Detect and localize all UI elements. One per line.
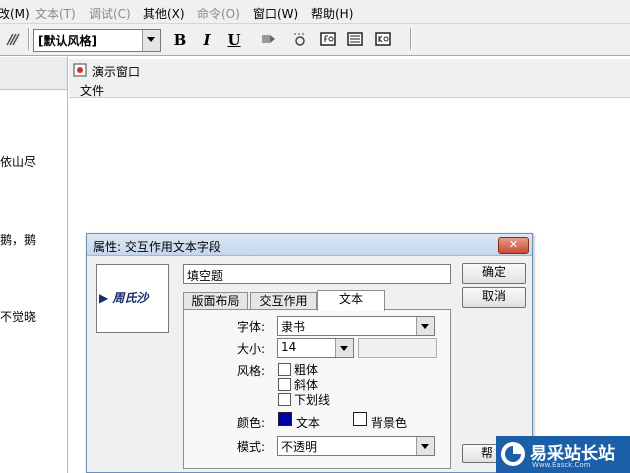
left-panel: 依山尽 鹅，鹅 不觉晓 xyxy=(0,57,68,473)
watermark: 易采站长站 Www.Easck.Com xyxy=(496,436,630,473)
knowledge-object-icon[interactable] xyxy=(375,32,391,46)
style-combo-value: [默认风格] xyxy=(38,34,97,48)
list-icon[interactable] xyxy=(347,32,363,46)
text-tool-icon[interactable] xyxy=(5,32,23,46)
demo-menu-file[interactable]: 文件 xyxy=(80,82,104,99)
underline-checkbox[interactable] xyxy=(278,393,291,406)
menu-command[interactable]: 命令(O) xyxy=(197,5,240,22)
tab-interaction[interactable]: 交互作用 xyxy=(250,292,317,310)
chevron-down-icon[interactable] xyxy=(416,437,434,455)
preview-text: ▶ 周氏沙 xyxy=(99,291,149,305)
color-label: 颜色: xyxy=(237,416,266,430)
dialog-titlebar[interactable]: 属性: 交互作用文本字段 ✕ xyxy=(87,234,532,256)
toolbar: [默认风格] B I U xyxy=(0,24,630,56)
demo-window-title: 演示窗口 xyxy=(92,65,141,79)
tab-layout[interactable]: 版面布局 xyxy=(183,292,248,310)
left-panel-line: 鹅，鹅 xyxy=(0,233,37,247)
menu-debug[interactable]: 调试(C) xyxy=(89,5,131,22)
wait-icon[interactable] xyxy=(261,32,277,46)
ok-button[interactable]: 确定 xyxy=(462,263,526,284)
left-panel-line: 依山尽 xyxy=(0,155,37,169)
font-select[interactable]: 隶书 xyxy=(277,316,435,336)
menu-other[interactable]: 其他(X) xyxy=(143,5,185,22)
underline-checkbox-label: 下划线 xyxy=(294,393,331,407)
bold-checkbox[interactable] xyxy=(278,363,291,376)
text-color-swatch[interactable] xyxy=(278,412,292,426)
text-color-label: 文本 xyxy=(296,416,321,430)
close-button[interactable]: ✕ xyxy=(498,237,529,254)
tab-text[interactable]: 文本 xyxy=(317,290,385,311)
style-label: 风格: xyxy=(237,364,266,378)
toolbar-separator xyxy=(28,28,30,50)
font-label: 字体: xyxy=(237,320,266,334)
mode-label: 模式: xyxy=(237,440,266,454)
background-color-swatch[interactable] xyxy=(353,412,367,426)
menu-modify[interactable]: 改(M) xyxy=(0,5,30,22)
chevron-down-icon[interactable] xyxy=(416,317,434,335)
menu-bar: 改(M) 文本(T) 调试(C) 其他(X) 命令(O) 窗口(W) 帮助(H) xyxy=(0,0,630,24)
size-select[interactable]: 14 xyxy=(277,338,354,358)
style-combo[interactable]: [默认风格] xyxy=(33,29,161,52)
brand-name-en: Www.Easck.Com xyxy=(532,461,591,469)
properties-dialog: 属性: 交互作用文本字段 ✕ ▶ 周氏沙 填空题 确定 取消 帮 版面布局 交互… xyxy=(86,233,533,473)
italic-checkbox[interactable] xyxy=(278,378,291,391)
menu-help[interactable]: 帮助(H) xyxy=(311,5,353,22)
italic-button[interactable]: I xyxy=(197,30,217,50)
chevron-down-icon[interactable] xyxy=(335,339,353,357)
erase-icon[interactable] xyxy=(292,32,308,46)
chevron-down-icon[interactable] xyxy=(142,30,160,51)
function-icon[interactable] xyxy=(320,32,336,46)
size-select-value: 14 xyxy=(281,340,297,354)
field-name-input[interactable]: 填空题 xyxy=(183,264,451,284)
bold-button[interactable]: B xyxy=(170,30,190,50)
demo-window-icon xyxy=(73,63,87,77)
mode-select[interactable]: 不透明 xyxy=(277,436,435,456)
background-color-label: 背景色 xyxy=(371,416,408,430)
preview-box: ▶ 周氏沙 xyxy=(96,264,169,333)
demo-window-titlebar: 演示窗口 xyxy=(69,59,630,81)
size-custom-field[interactable] xyxy=(358,338,437,358)
demo-window-menubar: 文件 xyxy=(69,81,630,98)
dialog-title: 属性: 交互作用文本字段 xyxy=(93,240,221,254)
cancel-button[interactable]: 取消 xyxy=(462,287,526,308)
menu-text[interactable]: 文本(T) xyxy=(35,5,76,22)
underline-button[interactable]: U xyxy=(224,30,244,50)
mode-select-value: 不透明 xyxy=(281,440,318,454)
left-panel-header xyxy=(0,57,67,90)
menu-window[interactable]: 窗口(W) xyxy=(253,5,298,22)
size-label: 大小: xyxy=(237,342,266,356)
font-select-value: 隶书 xyxy=(281,320,306,334)
toolbar-separator xyxy=(410,28,412,50)
field-name-value: 填空题 xyxy=(187,269,224,283)
brand-logo-icon xyxy=(501,442,525,466)
left-panel-line: 不觉晓 xyxy=(0,310,37,324)
tab-pane-text: 字体: 隶书 大小: 14 风格: 粗体 斜体 下划线 颜色: 文本 背景色 模… xyxy=(183,309,451,469)
